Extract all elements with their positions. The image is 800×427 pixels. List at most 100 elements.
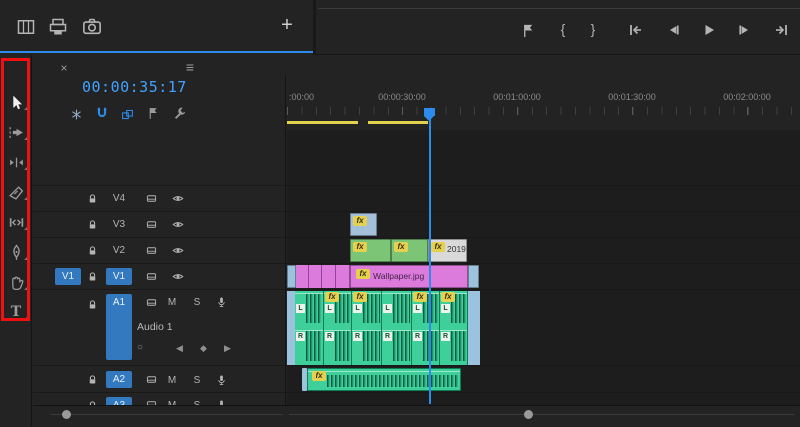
add-keyframe-icon[interactable]: ◆ <box>200 343 207 354</box>
add-marker-icon[interactable] <box>145 105 161 121</box>
track-lock-icon[interactable] <box>86 373 98 386</box>
solo-button[interactable]: S <box>190 294 204 310</box>
audio-clip-fragment[interactable] <box>468 291 480 365</box>
scrollbar-strip <box>33 405 800 422</box>
track-name[interactable]: V1 <box>106 268 132 285</box>
fx-badge: fx <box>353 242 367 252</box>
add-marker-button[interactable] <box>520 22 536 38</box>
sync-lock-icon[interactable] <box>144 374 159 385</box>
sync-lock-icon[interactable] <box>144 219 159 230</box>
time-ruler[interactable]: :00:00 00:00:30:00 00:01:00:00 00:01:30:… <box>287 90 800 130</box>
channel-left-badge: L <box>441 304 450 313</box>
snap-toggle-icon[interactable] <box>94 105 110 121</box>
mark-out-button[interactable]: } <box>585 20 601 38</box>
voiceover-mic-icon[interactable] <box>215 372 227 387</box>
play-button[interactable] <box>701 22 717 38</box>
mute-button[interactable]: M <box>165 372 179 388</box>
button-editor-plus[interactable]: + <box>276 12 298 38</box>
video-clip-fragment[interactable] <box>287 265 296 288</box>
timeline-settings-wrench-icon[interactable] <box>172 105 188 121</box>
topbar-bottom-line <box>316 54 800 55</box>
audio-clip-fragment[interactable] <box>287 291 295 365</box>
audio-clip-segment[interactable]: L R <box>382 291 412 365</box>
track-lock-icon[interactable] <box>86 192 98 205</box>
channel-right-badge: R <box>353 332 362 341</box>
go-to-in-button[interactable] <box>628 22 644 38</box>
track-lock-icon[interactable] <box>86 244 98 257</box>
audio-clip-segment[interactable]: fx L R <box>412 291 440 365</box>
render-bar-segment <box>287 121 358 124</box>
playhead-timecode[interactable]: 00:00:35:17 <box>82 78 187 96</box>
source-patch-chip[interactable]: V1 <box>55 268 81 285</box>
clip-label: 2019 <box>447 244 466 254</box>
track-lock-icon[interactable] <box>86 270 98 283</box>
mute-button[interactable]: M <box>165 294 179 310</box>
fx-badge: fx <box>325 292 339 302</box>
video-editor-screen: + { } T × ≡ 00:00:35:17 :00:00 00:00:30:… <box>0 0 800 427</box>
audio-clip-segment[interactable]: L R <box>295 291 324 365</box>
channel-left-badge: L <box>296 304 305 313</box>
video-clip-slice[interactable] <box>322 265 336 288</box>
video-clip[interactable]: fx <box>350 213 377 236</box>
panel-close-button[interactable]: × <box>57 61 71 75</box>
sync-lock-icon[interactable] <box>144 193 159 204</box>
solo-button[interactable]: S <box>190 372 204 388</box>
audio-clip-segment[interactable]: fx L R <box>352 291 382 365</box>
header-content-divider <box>285 75 286 405</box>
sync-lock-icon[interactable] <box>144 245 159 256</box>
track-name[interactable]: A2 <box>106 371 132 388</box>
video-clip[interactable]: fx 2019 <box>428 239 467 262</box>
track-lock-icon[interactable] <box>86 298 98 311</box>
nest-toggle-icon[interactable] <box>68 106 84 122</box>
go-to-out-button[interactable] <box>773 22 789 38</box>
mark-in-button[interactable]: { <box>555 20 571 38</box>
sync-lock-icon[interactable] <box>144 271 159 282</box>
video-clip-wallpaper[interactable]: fx Wallpaper.jpg <box>350 265 468 288</box>
channel-right-badge: R <box>325 332 334 341</box>
ruler-label: 00:01:00:00 <box>493 92 541 102</box>
step-forward-button[interactable] <box>737 22 753 38</box>
linked-selection-icon[interactable] <box>119 106 135 122</box>
divider-line <box>318 8 800 9</box>
step-back-button[interactable] <box>665 22 681 38</box>
overwrite-button[interactable] <box>46 16 70 38</box>
track-output-eye-icon[interactable] <box>170 219 186 230</box>
export-frame-button[interactable] <box>80 16 104 38</box>
tracks-scrollbar-handle[interactable] <box>62 410 71 419</box>
playhead-handle[interactable] <box>424 108 435 116</box>
fx-badge: fx <box>356 269 370 279</box>
show-keyframes-icon[interactable]: ○ <box>137 342 143 353</box>
panel-menu-button[interactable]: ≡ <box>182 59 198 75</box>
track-lock-icon[interactable] <box>86 218 98 231</box>
video-clip-fragment[interactable] <box>468 265 479 288</box>
track-name[interactable]: V4 <box>106 190 132 207</box>
video-clip-slice[interactable] <box>309 265 322 288</box>
track-output-eye-icon[interactable] <box>170 193 186 204</box>
playhead-line[interactable] <box>429 118 431 404</box>
lift-button[interactable] <box>14 16 38 38</box>
video-clip-slice[interactable] <box>296 265 309 288</box>
monitor-controls-left: + <box>0 0 313 53</box>
video-clip-slice[interactable] <box>336 265 350 288</box>
audio-clip[interactable]: fx <box>307 368 461 391</box>
timeline-scrollbar-handle[interactable] <box>524 410 533 419</box>
video-clip[interactable]: fx <box>350 239 391 262</box>
next-keyframe-icon[interactable]: ▶ <box>224 343 231 354</box>
track-name[interactable]: V3 <box>106 216 132 233</box>
previous-keyframe-icon[interactable]: ◀ <box>176 343 183 354</box>
timeline-scrollbar-track[interactable] <box>289 414 794 415</box>
video-clip[interactable]: fx <box>391 239 428 262</box>
audio-clip-segment[interactable]: fx L R <box>440 291 468 365</box>
tracks-scrollbar-track[interactable] <box>51 414 283 415</box>
monitor-controls-right: { } <box>316 0 800 55</box>
ruler-label: 00:02:00:00 <box>723 92 771 102</box>
fx-badge: fx <box>353 216 367 226</box>
audio-clip-segment[interactable]: fx L R <box>324 291 352 365</box>
track-display-name[interactable]: Audio 1 <box>137 321 173 333</box>
track-name[interactable]: A1 <box>106 294 132 360</box>
track-output-eye-icon[interactable] <box>170 245 186 256</box>
sync-lock-icon[interactable] <box>144 297 159 308</box>
track-output-eye-icon[interactable] <box>170 271 186 282</box>
track-name[interactable]: V2 <box>106 242 132 259</box>
voiceover-mic-icon[interactable] <box>215 294 227 309</box>
